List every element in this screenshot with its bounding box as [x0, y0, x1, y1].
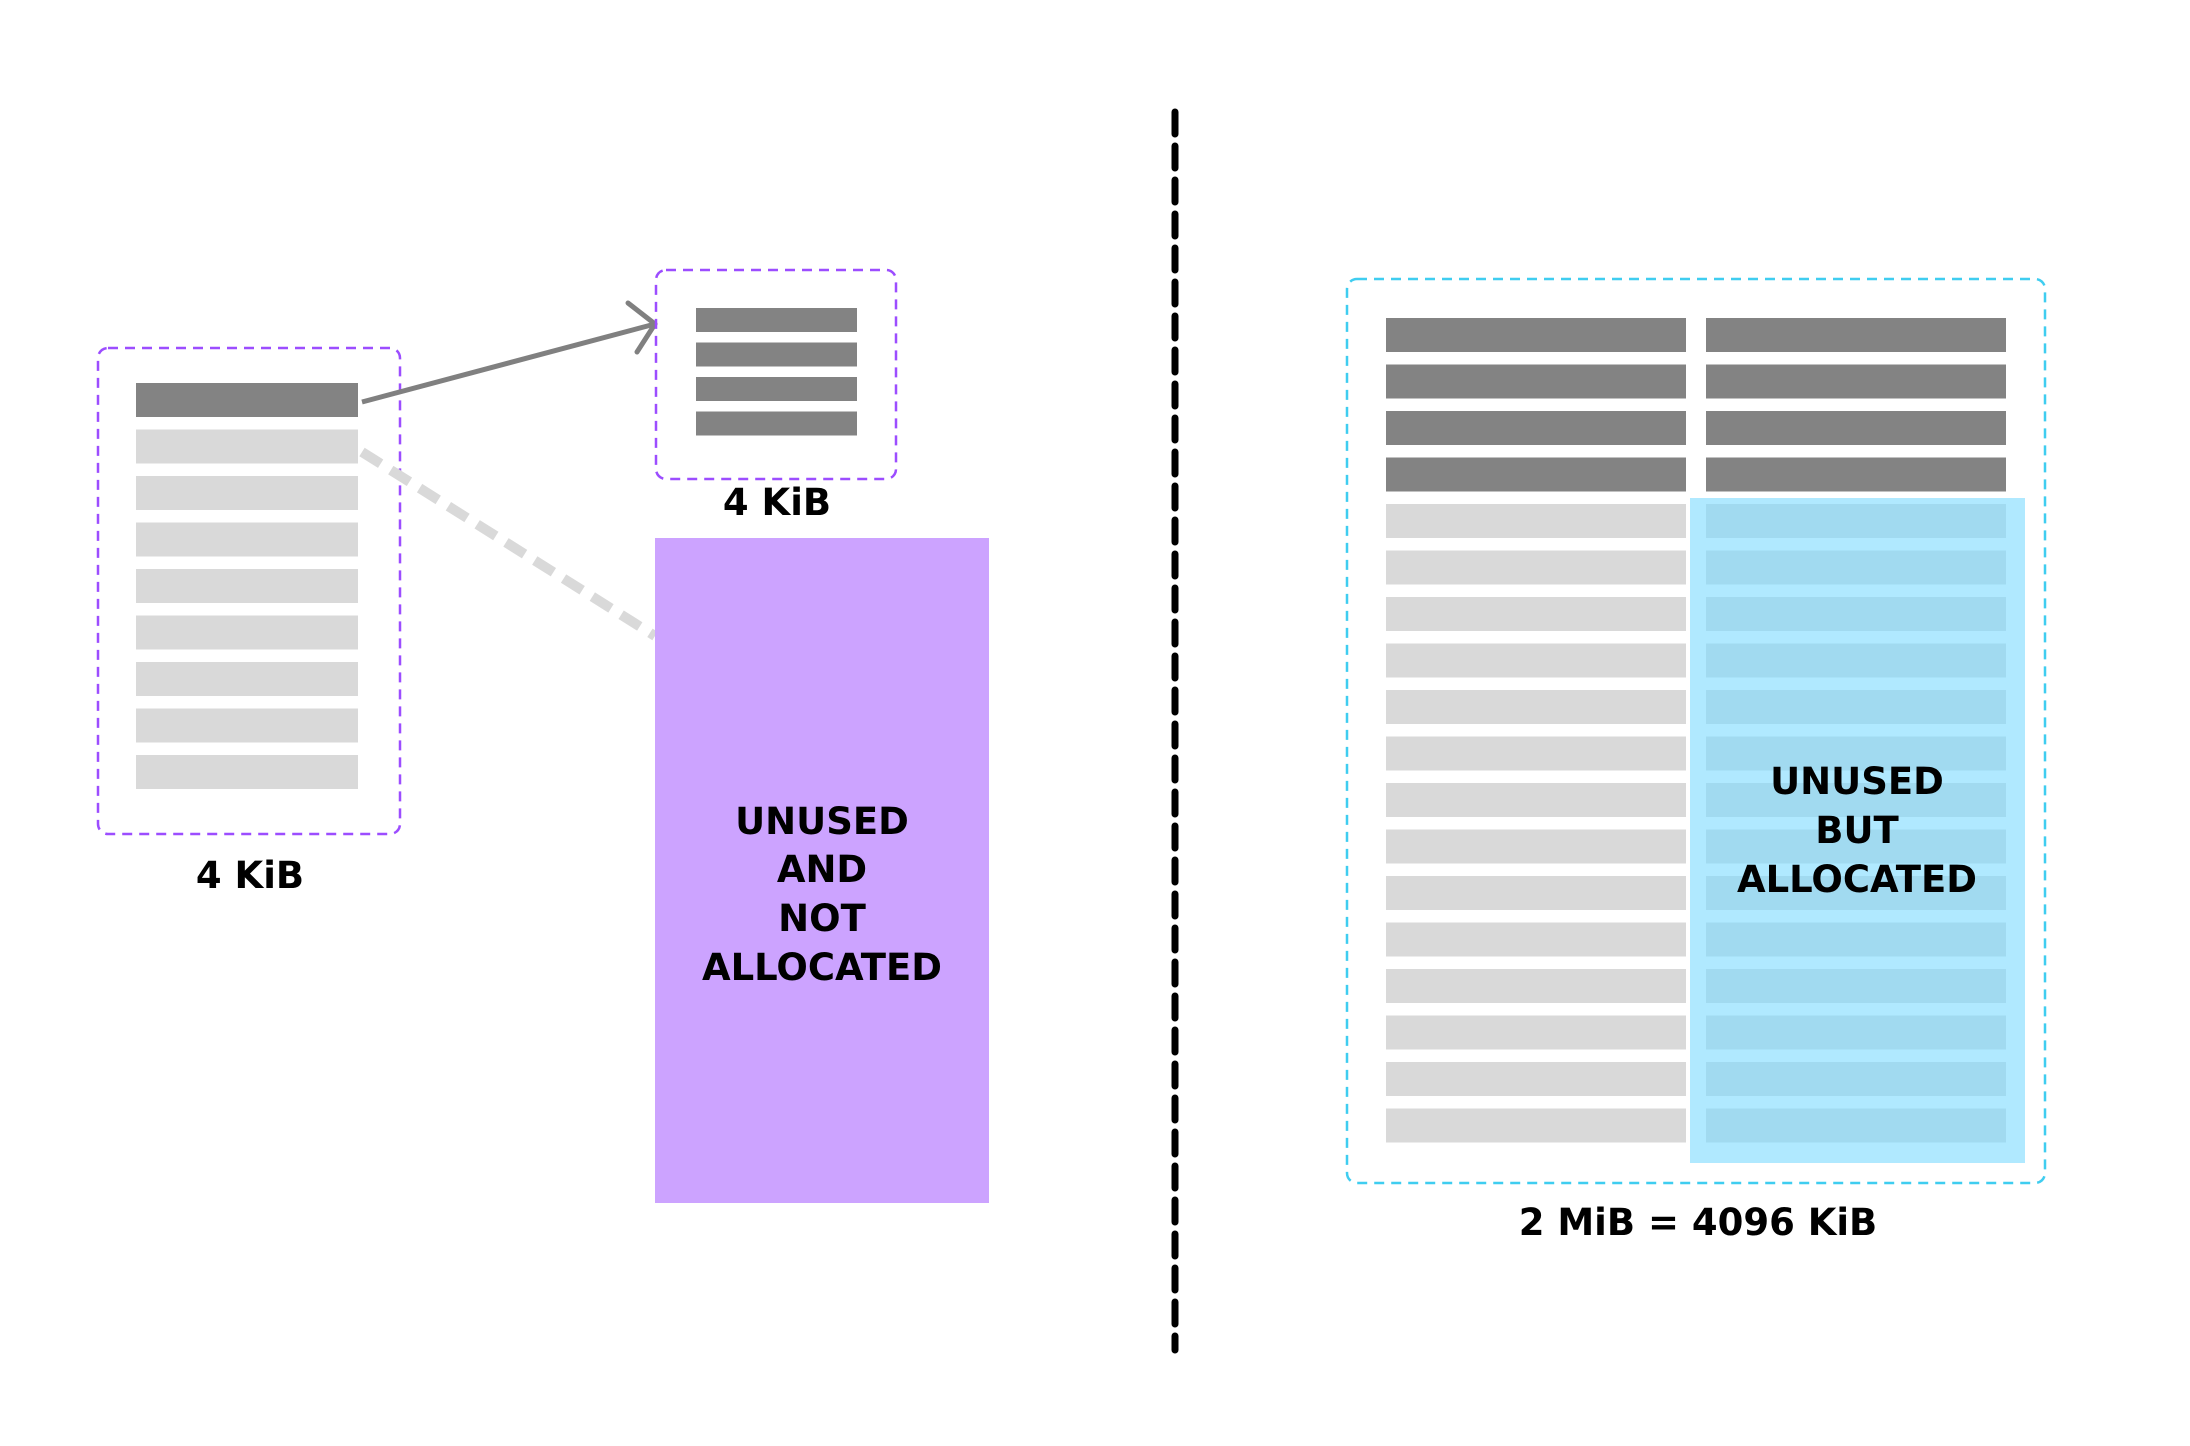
huge-page-row-used	[1386, 411, 1686, 445]
unallocated-label-line-2: AND	[777, 848, 867, 891]
huge-page-row-used	[1386, 318, 1686, 352]
page-table-row-unused	[136, 755, 358, 789]
page-table-row-unused	[136, 522, 358, 557]
huge-page-row-unused	[1386, 597, 1686, 631]
huge-page-row-unused	[1386, 876, 1686, 910]
huge-page-row-used	[1706, 457, 2006, 492]
allocated-label-line-1: UNUSED	[1770, 760, 1944, 803]
huge-page-row-used	[1386, 364, 1686, 399]
unallocated-label-line-1: UNUSED	[735, 800, 909, 843]
page-table-row-unused	[136, 615, 358, 650]
huge-page-row-unused	[1386, 736, 1686, 771]
huge-page-row-unused	[1386, 550, 1686, 585]
huge-page-row-unused	[1386, 969, 1686, 1003]
huge-page-row-unused	[1386, 504, 1686, 538]
page-table-rows	[136, 383, 358, 789]
page-table-row-unused	[136, 708, 358, 743]
mapping-arrow	[361, 321, 656, 405]
huge-page-size-label: 2 MiB = 4096 KiB	[1519, 1201, 1878, 1244]
huge-page-row-unused	[1386, 783, 1686, 817]
allocated-label-line-2: BUT	[1815, 809, 1899, 852]
page-table-row-unused	[136, 569, 358, 603]
huge-page-row-unused	[1386, 1062, 1686, 1096]
huge-page-side: UNUSED BUT ALLOCATED 2 MiB = 4096 KiB	[1345, 277, 2047, 1244]
mapped-page-border	[654, 268, 898, 481]
huge-page-row-unused	[1386, 829, 1686, 864]
huge-page-row-unused	[1386, 643, 1686, 678]
huge-page-row-unused	[1386, 1108, 1686, 1143]
unallocated-label-line-3: NOT	[778, 897, 866, 940]
page-table-row-unused	[136, 476, 358, 510]
memory-allocation-diagram: 4 KiB 4 KiB UNUSED AND NOT ALLOCATED UNU…	[96, 108, 2047, 1354]
huge-page-row-used	[1706, 364, 2006, 399]
allocated-label-line-3: ALLOCATED	[1737, 858, 1977, 901]
mapped-page-row	[696, 308, 857, 332]
mapped-page-row	[696, 342, 857, 367]
unallocated-label-line-4: ALLOCATED	[702, 946, 942, 989]
huge-page-row-unused	[1386, 1015, 1686, 1050]
huge-page-row-used	[1706, 318, 2006, 352]
mapped-page-size-label: 4 KiB	[723, 481, 831, 524]
huge-page-row-unused	[1386, 922, 1686, 957]
mapped-page-row	[696, 411, 857, 436]
huge-page-row-used	[1706, 411, 2006, 445]
page-table-row-unused	[136, 429, 358, 464]
small-pages-side: 4 KiB 4 KiB UNUSED AND NOT ALLOCATED	[96, 268, 989, 1203]
page-table-row-unused	[136, 662, 358, 696]
mapped-page-rows	[696, 308, 857, 436]
page-table-row-used	[136, 383, 358, 417]
page-table-size-label: 4 KiB	[196, 854, 304, 897]
unallocated-pointer	[359, 447, 658, 641]
huge-page-row-unused	[1386, 690, 1686, 724]
huge-page-row-used	[1386, 457, 1686, 492]
mapped-page-row	[696, 377, 857, 401]
